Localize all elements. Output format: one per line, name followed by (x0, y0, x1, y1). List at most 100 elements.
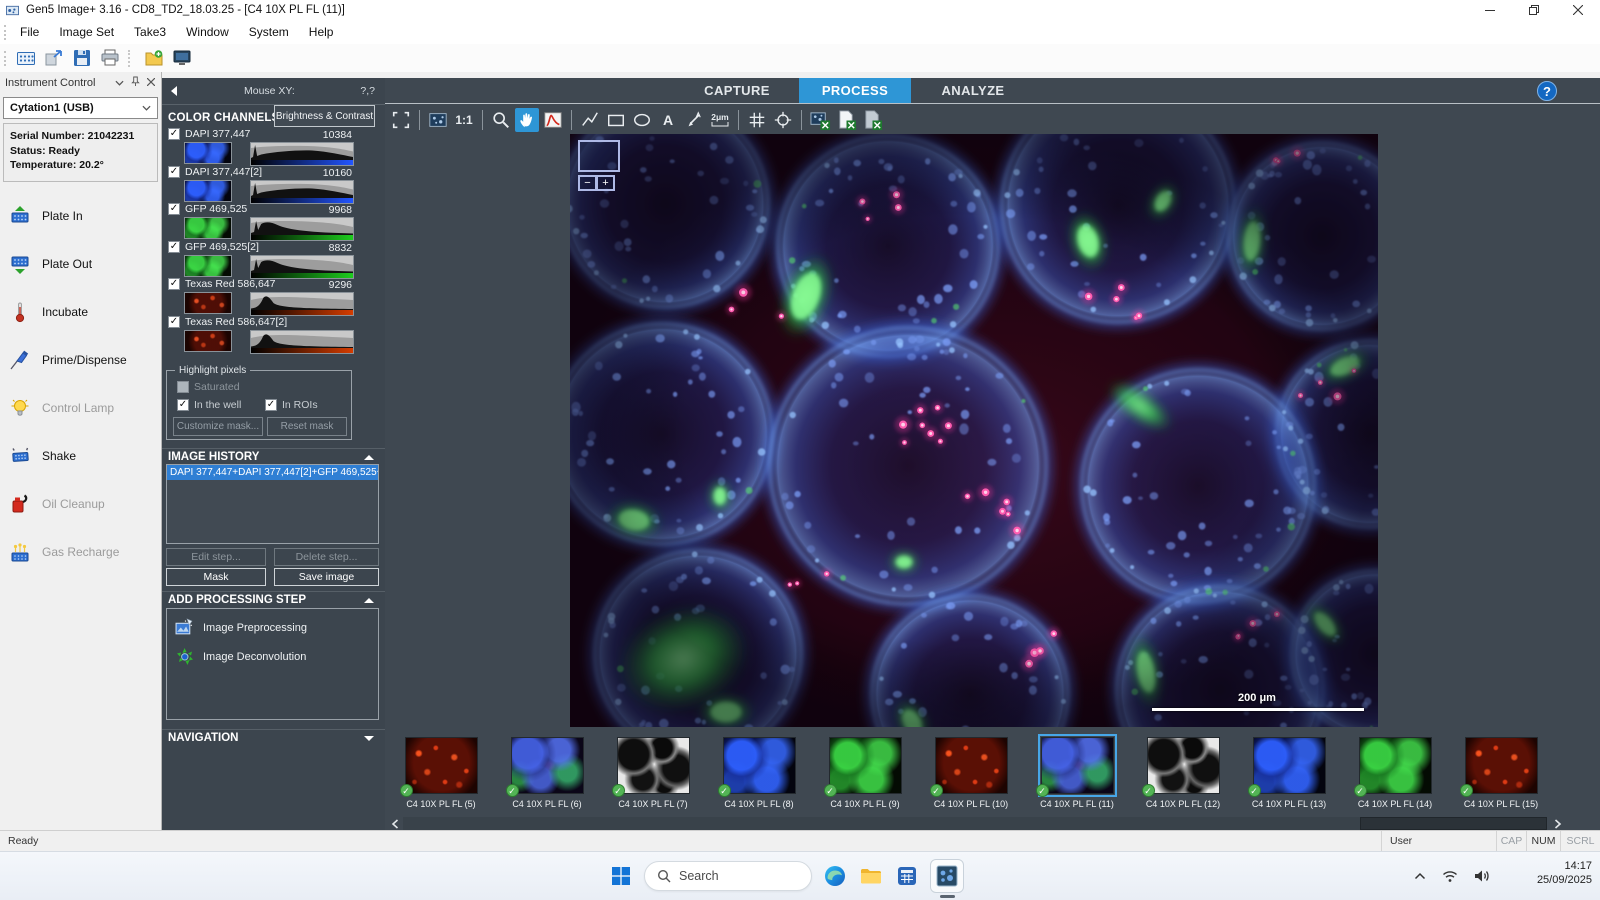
collapse-down-icon[interactable] (363, 735, 375, 742)
filmstrip-thumbnail[interactable]: ✓ (1041, 737, 1114, 794)
image-history-header[interactable]: IMAGE HISTORY (162, 448, 385, 465)
zoom-in-button[interactable]: + (596, 175, 615, 191)
channel-checkbox[interactable] (168, 128, 180, 140)
taskbar-search[interactable]: Search (644, 861, 812, 891)
channel-checkbox[interactable] (168, 241, 180, 253)
channel-thumbnail[interactable] (184, 180, 232, 202)
instrument-action-prime-dispense[interactable]: Prime/Dispense (0, 336, 161, 384)
save-image-button[interactable]: Save image (274, 568, 379, 586)
tab-process[interactable]: PROCESS (799, 78, 911, 103)
channel-thumbnail[interactable] (184, 330, 232, 352)
image-history-entry[interactable]: DAPI 377,447+DAPI 377,447[2]+GFP 469,525… (167, 465, 378, 480)
filmstrip-thumbnail[interactable]: ✓ (511, 737, 584, 794)
processing-step-image-deconvolution[interactable]: Image Deconvolution (167, 642, 378, 671)
filmstrip-thumbnail[interactable]: ✓ (405, 737, 478, 794)
panel-close-icon[interactable] (147, 77, 155, 89)
menu-help[interactable]: Help (299, 20, 344, 44)
menu-take3[interactable]: Take3 (124, 20, 176, 44)
wifi-icon[interactable] (1442, 870, 1458, 883)
add-processing-step-header[interactable]: ADD PROCESSING STEP (162, 591, 385, 608)
open-folder-icon[interactable] (141, 46, 166, 70)
file-explorer-icon[interactable] (858, 863, 884, 889)
navigation-header[interactable]: NAVIGATION (162, 729, 385, 746)
tab-capture[interactable]: CAPTURE (681, 78, 793, 103)
minimize-button[interactable] (1468, 0, 1512, 20)
tab-analyze[interactable]: ANALYZE (917, 78, 1029, 103)
menu-system[interactable]: System (239, 20, 299, 44)
close-button[interactable] (1556, 0, 1600, 20)
volume-icon[interactable] (1474, 869, 1490, 883)
scroll-left-button[interactable] (388, 817, 402, 830)
channel-histogram[interactable] (250, 142, 354, 166)
collapse-panel-icon[interactable] (166, 82, 182, 100)
taskbar-clock[interactable]: 14:17 25/09/2025 (1537, 859, 1592, 888)
rectangle-tool-icon[interactable] (604, 108, 628, 132)
channel-thumbnail[interactable] (184, 217, 232, 239)
magnifier-icon[interactable] (489, 108, 513, 132)
instrument-action-incubate[interactable]: Incubate (0, 288, 161, 336)
channel-checkbox[interactable] (168, 278, 180, 290)
arrow-annotation-icon[interactable] (682, 108, 706, 132)
menu-window[interactable]: Window (176, 20, 239, 44)
instrument-action-plate-in[interactable]: Plate In (0, 192, 161, 240)
delete-step-button[interactable]: Delete step... (274, 548, 379, 566)
channel-thumbnail[interactable] (184, 292, 232, 314)
filmstrip-thumbnail[interactable]: ✓ (1253, 737, 1326, 794)
brightness-contrast-button[interactable]: Brightness & Contrast (274, 105, 375, 127)
line-tool-icon[interactable] (578, 108, 602, 132)
mask-button[interactable]: Mask (166, 568, 266, 586)
menu-image-set[interactable]: Image Set (49, 20, 124, 44)
customize-mask-button[interactable]: Customize mask... (173, 417, 263, 436)
instrument-action-shake[interactable]: Shake (0, 432, 161, 480)
scale-tool[interactable]: 2μm (708, 108, 732, 132)
channel-histogram[interactable] (250, 255, 354, 279)
filmstrip-thumbnail[interactable]: ✓ (617, 737, 690, 794)
pan-hand-icon[interactable] (515, 108, 539, 132)
scrollbar-thumb[interactable] (1360, 817, 1547, 830)
channel-thumbnail[interactable] (184, 255, 232, 277)
crosshair-icon[interactable] (771, 108, 795, 132)
channel-histogram[interactable] (250, 330, 354, 354)
saturated-checkbox[interactable] (177, 381, 189, 393)
instrument-action-plate-out[interactable]: Plate Out (0, 240, 161, 288)
restore-button[interactable] (1512, 0, 1556, 20)
filmstrip-thumbnail[interactable]: ✓ (1465, 737, 1538, 794)
histogram-icon[interactable] (541, 108, 565, 132)
print-icon[interactable] (97, 46, 122, 70)
zoom-1-1[interactable]: 1:1 (452, 108, 476, 132)
grid-overlay-icon[interactable] (745, 108, 769, 132)
fit-screen-icon[interactable] (389, 108, 413, 132)
in-rois-checkbox[interactable] (265, 399, 277, 411)
edge-browser-icon[interactable] (822, 863, 848, 889)
zoom-out-button[interactable]: − (578, 175, 597, 191)
scroll-right-button[interactable] (1551, 817, 1565, 830)
collapse-up-icon[interactable] (363, 597, 375, 604)
channel-checkbox[interactable] (168, 166, 180, 178)
image-preview-icon[interactable] (426, 108, 450, 132)
edit-step-button[interactable]: Edit step... (166, 548, 266, 566)
export-image-excel-icon[interactable] (808, 108, 832, 132)
instrument-select[interactable]: Cytation1 (USB) (3, 97, 158, 119)
plate-app-icon[interactable] (13, 46, 38, 70)
filmstrip-scrollbar[interactable] (403, 817, 1547, 830)
image-viewport[interactable]: − + 200 μm (385, 134, 1600, 728)
ellipse-tool-icon[interactable] (630, 108, 654, 132)
help-button[interactable]: ? (1537, 81, 1557, 101)
monitor-icon[interactable] (169, 46, 194, 70)
export-icon[interactable] (41, 46, 66, 70)
channel-checkbox[interactable] (168, 316, 180, 328)
text-tool[interactable]: A (656, 108, 680, 132)
menu-file[interactable]: File (10, 20, 49, 44)
filmstrip-thumbnail[interactable]: ✓ (1147, 737, 1220, 794)
export-data-excel-icon[interactable] (834, 108, 858, 132)
save-icon[interactable] (69, 46, 94, 70)
in-the-well-checkbox[interactable] (177, 399, 189, 411)
channel-checkbox[interactable] (168, 203, 180, 215)
start-button[interactable] (608, 863, 634, 889)
filmstrip-thumbnail[interactable]: ✓ (829, 737, 902, 794)
export-report-excel-icon[interactable] (860, 108, 884, 132)
panel-menu-icon[interactable] (115, 77, 124, 89)
processing-step-image-preprocessing[interactable]: Image Preprocessing (167, 613, 378, 642)
pin-icon[interactable] (131, 76, 140, 90)
collapse-up-icon[interactable] (363, 454, 375, 461)
